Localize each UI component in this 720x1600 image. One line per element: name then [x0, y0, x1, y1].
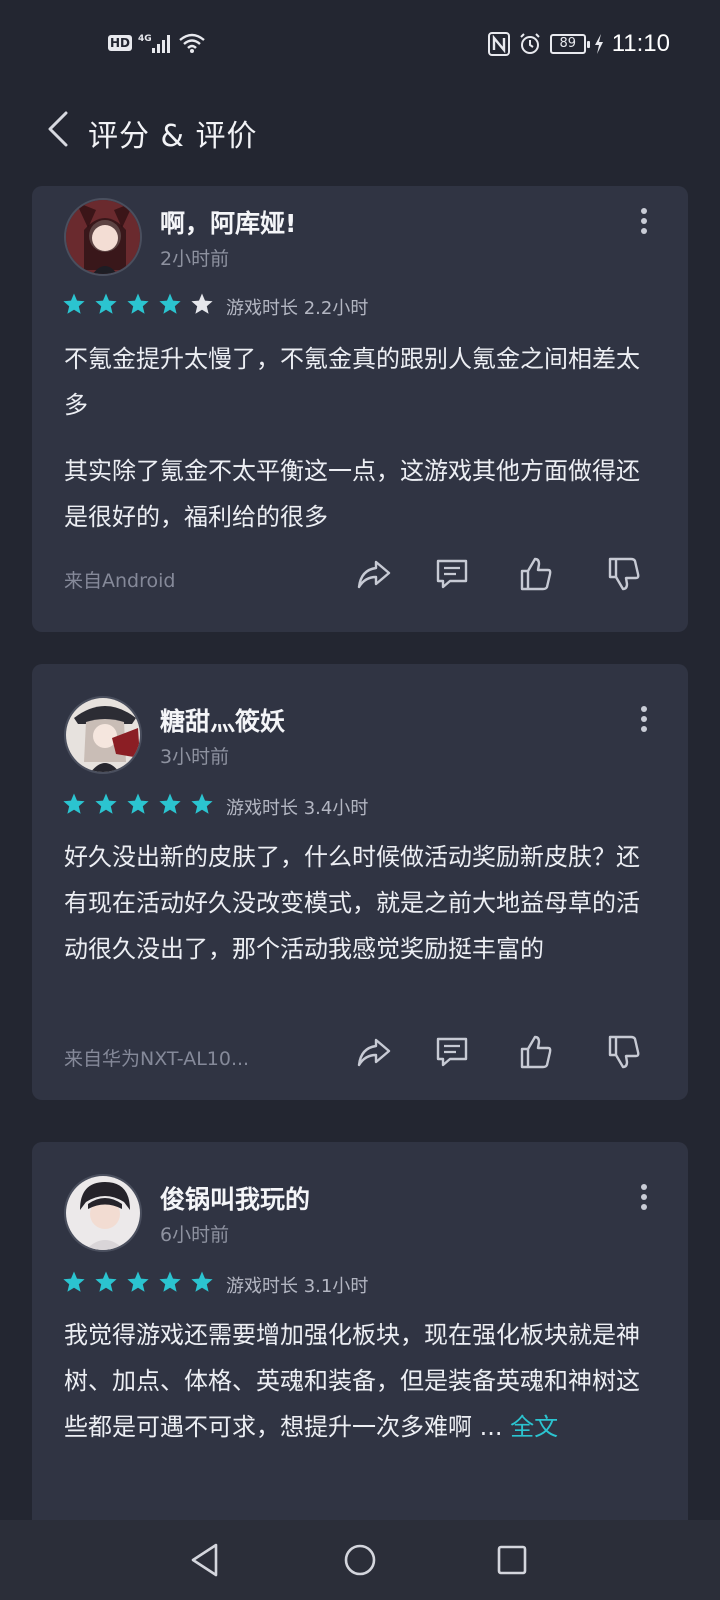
star-filled-icon	[191, 1271, 213, 1292]
star-filled-icon	[127, 793, 149, 814]
star-filled-icon	[191, 793, 213, 814]
review-source: 来自华为NXT-AL10...	[64, 1048, 250, 1070]
nav-back-button[interactable]	[184, 1538, 228, 1582]
thumbs-down-icon	[608, 1035, 640, 1069]
share-button[interactable]	[356, 556, 400, 600]
star-filled-icon	[159, 293, 181, 314]
thumbs-up-icon	[520, 1035, 552, 1069]
review-text: 好久没出新的皮肤了，什么时候做活动奖励新皮肤？还有现在活动好久没改变模式，就是之…	[64, 843, 640, 963]
system-nav-bar	[0, 1520, 720, 1600]
username[interactable]: 俊锅叫我玩的	[160, 1180, 310, 1216]
star-filled-icon	[159, 1271, 181, 1292]
star-rating	[62, 1270, 214, 1294]
avatar[interactable]	[64, 1174, 142, 1252]
avatar-image	[66, 698, 140, 772]
play-time: 游戏时长 3.4小时	[226, 798, 369, 819]
share-icon	[357, 1038, 391, 1067]
review-card: 糖甜灬筱妖 3小时前 游戏时长 3.4小时 好久没出新的皮肤了，什么时候做活动奖…	[32, 664, 688, 1100]
comment-button[interactable]	[434, 1034, 478, 1078]
avatar-image	[66, 200, 140, 274]
hd-badge: HD	[108, 35, 133, 51]
star-filled-icon	[127, 293, 149, 314]
star-filled-icon	[159, 793, 181, 814]
status-bar: HD 4G 89 11:10	[0, 0, 720, 90]
wifi-icon	[179, 33, 205, 53]
more-options-button[interactable]	[634, 706, 654, 736]
status-right: 89 11:10	[487, 30, 670, 58]
back-triangle-icon	[191, 1543, 218, 1577]
read-more-link[interactable]: 全文	[510, 1413, 558, 1441]
star-filled-icon	[95, 1271, 117, 1292]
chevron-left-icon	[48, 111, 68, 147]
review-text: 我觉得游戏还需要增加强化板块，现在强化板块就是神树、加点、体格、英魂和装备，但是…	[64, 1312, 656, 1450]
signal-4g-icon: 4G	[138, 34, 171, 53]
comment-icon	[436, 1037, 468, 1067]
page-title: 评分 & 评价	[88, 119, 258, 154]
star-rating	[62, 792, 214, 816]
nfc-icon	[487, 32, 510, 56]
like-button[interactable]	[518, 1034, 562, 1078]
like-button[interactable]	[518, 556, 562, 600]
review-text: 其实除了氪金不太平衡这一点，这游戏其他方面做得还是很好的，福利给的很多	[64, 457, 640, 531]
comment-icon	[436, 559, 468, 589]
avatar-image	[66, 1176, 140, 1250]
review-source: 来自Android	[64, 570, 176, 592]
clock: 11:10	[611, 30, 670, 57]
star-filled-icon	[127, 1271, 149, 1292]
review-feed[interactable]: 啊，阿库娅! 2小时前 游戏时长 2.2小时 不氪金提升太慢了，不氪金真的跟别人…	[32, 186, 688, 1520]
svg-text:4G: 4G	[138, 34, 152, 44]
play-time: 游戏时长 3.1小时	[226, 1276, 369, 1297]
battery-indicator: 89	[549, 34, 590, 54]
nav-home-button[interactable]	[338, 1538, 382, 1582]
time-ago: 2小时前	[160, 248, 230, 270]
star-filled-icon	[63, 293, 85, 314]
nav-recents-button[interactable]	[490, 1538, 534, 1582]
avatar[interactable]	[64, 696, 142, 774]
star-filled-icon	[63, 1271, 85, 1292]
star-empty-icon	[191, 293, 213, 314]
recents-square-icon	[497, 1545, 527, 1575]
star-filled-icon	[95, 793, 117, 814]
review-text: 不氪金提升太慢了，不氪金真的跟别人氪金之间相差太多	[64, 345, 640, 419]
thumbs-down-icon	[608, 557, 640, 591]
time-ago: 3小时前	[160, 746, 230, 768]
more-options-button[interactable]	[634, 208, 654, 238]
review-card: 啊，阿库娅! 2小时前 游戏时长 2.2小时 不氪金提升太慢了，不氪金真的跟别人…	[32, 186, 688, 632]
dislike-button[interactable]	[606, 556, 650, 600]
username[interactable]: 啊，阿库娅!	[160, 204, 296, 240]
app-header: 评分 & 评价	[0, 95, 720, 165]
review-card: 俊锅叫我玩的 6小时前 游戏时长 3.1小时 我觉得游戏还需要增加强化板块，现在…	[32, 1142, 688, 1520]
thumbs-up-icon	[520, 557, 552, 591]
star-filled-icon	[95, 293, 117, 314]
dislike-button[interactable]	[606, 1034, 650, 1078]
play-time: 游戏时长 2.2小时	[226, 298, 369, 319]
share-icon	[357, 560, 391, 589]
charging-icon	[594, 34, 603, 54]
comment-button[interactable]	[434, 556, 478, 600]
share-button[interactable]	[356, 1034, 400, 1078]
time-ago: 6小时前	[160, 1224, 230, 1246]
alarm-icon	[520, 33, 540, 54]
more-options-button[interactable]	[634, 1184, 654, 1214]
star-rating	[62, 292, 214, 316]
home-circle-icon	[344, 1544, 376, 1576]
avatar[interactable]	[64, 198, 142, 276]
username[interactable]: 糖甜灬筱妖	[160, 702, 285, 738]
status-left: HD 4G	[108, 32, 206, 54]
star-filled-icon	[63, 793, 85, 814]
back-button[interactable]	[40, 109, 80, 149]
